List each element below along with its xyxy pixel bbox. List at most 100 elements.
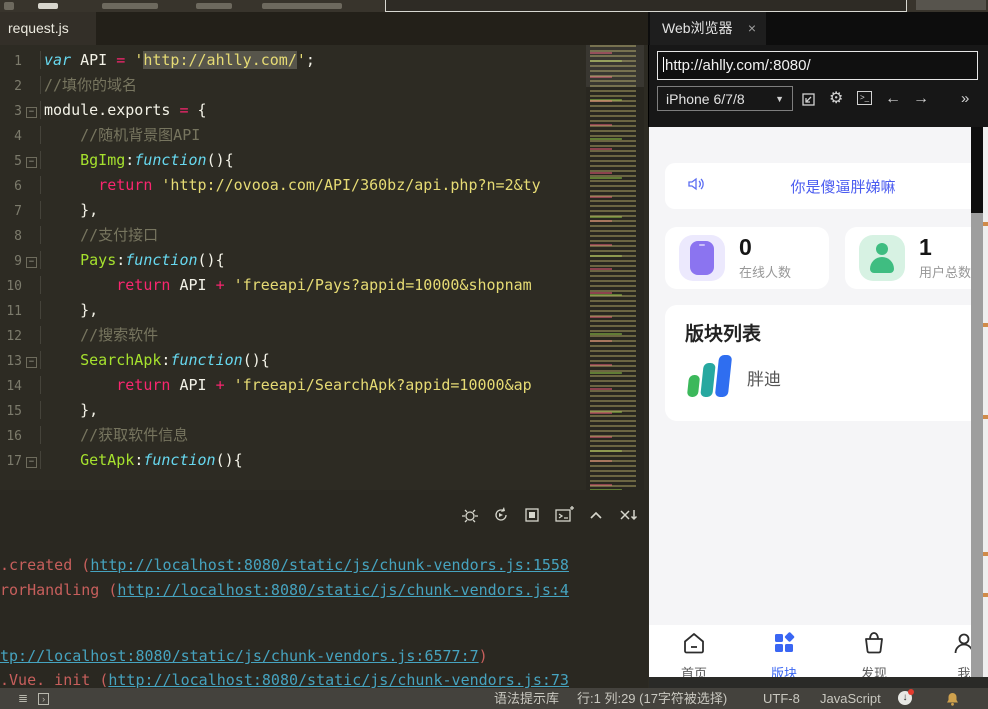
fold-marker[interactable]: −: [26, 457, 37, 468]
mobile-tabbar: 首页 版块 发现 我: [649, 625, 988, 677]
code-line[interactable]: 6 return 'http://ovooa.com/API/360bz/api…: [0, 173, 648, 198]
console-link[interactable]: http://localhost:8080/static/js/chunk-ve…: [108, 671, 569, 688]
modified-indicator: *: [1, 20, 5, 30]
scrollbar-thumb[interactable]: [971, 127, 983, 213]
collapse-icon[interactable]: [587, 506, 605, 524]
fold-spacer: [26, 303, 37, 314]
board-item[interactable]: 胖迪: [685, 353, 781, 401]
update-icon[interactable]: ↓: [898, 691, 912, 705]
code-lines[interactable]: 1var API = 'http://ahlly.com/';2//填你的域名3…: [0, 45, 648, 473]
code-line[interactable]: 3−module.exports = {: [0, 98, 648, 123]
fold-spacer: [26, 228, 37, 239]
code-line[interactable]: 2//填你的域名: [0, 73, 648, 98]
code-line[interactable]: 7 },: [0, 198, 648, 223]
fold-marker[interactable]: −: [26, 107, 37, 118]
tab-web-browser[interactable]: Web浏览器 ×: [650, 12, 766, 45]
console-error-text: .Vue._init (: [0, 671, 108, 688]
console-line: tp://localhost:8080/static/js/chunk-vend…: [0, 647, 488, 665]
code-line[interactable]: 13− SearchApk:function(){: [0, 348, 648, 373]
stop-icon[interactable]: [523, 506, 541, 524]
notification-bell-icon[interactable]: [946, 691, 959, 709]
code-line[interactable]: 15 },: [0, 398, 648, 423]
top-toolbar-strip: [0, 0, 988, 12]
window-edge-sliver: [983, 127, 988, 677]
tab-discover[interactable]: 发现: [829, 625, 919, 677]
toolbar-text-fragment: [262, 3, 342, 9]
speaker-icon: [687, 176, 705, 197]
outline-icon[interactable]: ≣: [18, 691, 38, 705]
panel-bottom-strip: [649, 677, 988, 688]
console-error-text: .created (: [0, 556, 90, 574]
status-encoding[interactable]: UTF-8: [763, 688, 800, 709]
more-tools-icon[interactable]: »: [961, 86, 969, 111]
code-line[interactable]: 12 //搜索软件: [0, 323, 648, 348]
device-selector[interactable]: iPhone 6/7/8 ▼: [657, 86, 793, 111]
clear-console-icon[interactable]: [618, 506, 638, 524]
close-icon[interactable]: ×: [748, 12, 756, 45]
browser-tabstrip: Web浏览器 ×: [648, 12, 988, 45]
fold-marker[interactable]: −: [26, 157, 37, 168]
minimap-viewport[interactable]: [586, 45, 644, 87]
fold-marker[interactable]: −: [26, 357, 37, 368]
toolbar-icon[interactable]: [4, 2, 14, 10]
chevron-down-icon: ▼: [775, 87, 784, 112]
fold-marker[interactable]: −: [26, 257, 37, 268]
console-icon[interactable]: >_: [857, 91, 872, 105]
gear-icon[interactable]: ⚙: [829, 86, 843, 111]
preview-scrollbar[interactable]: [971, 127, 983, 677]
minimap[interactable]: [586, 45, 644, 490]
code-line[interactable]: 16 //获取软件信息: [0, 423, 648, 448]
code-line[interactable]: 8 //支付接口: [0, 223, 648, 248]
board-list-card: 版块列表 胖迪: [665, 305, 981, 421]
fold-spacer: [26, 428, 37, 439]
tab-request-js[interactable]: * request.js: [0, 12, 96, 45]
code-line[interactable]: 14 return API + 'freeapi/SearchApk?appid…: [0, 373, 648, 398]
url-text: http://ahlly.com/:8080/: [665, 57, 811, 74]
console-link[interactable]: http://localhost:8080/static/js/chunk-ve…: [90, 556, 569, 574]
terminal-new-icon[interactable]: [554, 506, 574, 524]
console-panel: .created (http://localhost:8080/static/j…: [0, 490, 648, 688]
stat-value: 1: [919, 235, 971, 259]
code-line[interactable]: 5− BgImg:function(){: [0, 148, 648, 173]
fold-spacer: [26, 403, 37, 414]
tab-boards[interactable]: 版块: [739, 625, 829, 677]
code-line[interactable]: 11 },: [0, 298, 648, 323]
toolbar-search-input[interactable]: [385, 0, 907, 12]
notice-card[interactable]: 你是傻逼胖娣嘛: [665, 163, 981, 209]
notice-text: 你是傻逼胖娣嘛: [705, 176, 981, 197]
code-line[interactable]: 17− GetApk:function(){: [0, 448, 648, 473]
open-external-icon[interactable]: [801, 90, 816, 115]
forward-icon[interactable]: →: [913, 86, 929, 111]
toolbar-button[interactable]: [916, 0, 986, 10]
stat-card-online[interactable]: 0 在线人数: [665, 227, 829, 289]
restart-icon[interactable]: [492, 506, 510, 524]
tab-home[interactable]: 首页: [649, 625, 739, 677]
tab-label: Web浏览器: [662, 20, 733, 36]
debug-icon[interactable]: [461, 506, 479, 524]
stat-label: 用户总数: [919, 262, 971, 281]
mobile-preview: 你是傻逼胖娣嘛 0 在线人数 1 用户总数 版块列表 胖迪: [649, 127, 988, 677]
code-line[interactable]: 1var API = 'http://ahlly.com/';: [0, 48, 648, 73]
code-editor[interactable]: 1var API = 'http://ahlly.com/';2//填你的域名3…: [0, 45, 648, 490]
console-line: .created (http://localhost:8080/static/j…: [0, 556, 569, 574]
toolbar-text-fragment: [196, 3, 232, 9]
console-line: .Vue._init (http://localhost:8080/static…: [0, 671, 569, 688]
status-language[interactable]: JavaScript: [820, 688, 881, 709]
code-line[interactable]: 4 //随机背景图API: [0, 123, 648, 148]
code-line[interactable]: 10 return API + 'freeapi/Pays?appid=1000…: [0, 273, 648, 298]
back-icon[interactable]: ←: [885, 86, 901, 111]
console-link[interactable]: tp://localhost:8080/static/js/chunk-vend…: [0, 647, 479, 665]
stat-card-users[interactable]: 1 用户总数: [845, 227, 988, 289]
home-icon: [681, 643, 707, 660]
status-cursor-position[interactable]: 行:1 列:29 (17字符被选择): [577, 688, 727, 709]
status-hint[interactable]: 语法提示库: [494, 688, 559, 709]
console-error-text: ): [479, 647, 488, 665]
code-line[interactable]: 9− Pays:function(){: [0, 248, 648, 273]
tab-label: 版块: [739, 663, 829, 677]
url-input[interactable]: http://ahlly.com/:8080/: [657, 51, 978, 80]
terminal-panel-icon[interactable]: ›: [38, 693, 49, 705]
menu-icon[interactable]: [38, 3, 58, 9]
status-bar: ≣› 语法提示库 行:1 列:29 (17字符被选择) UTF-8 JavaSc…: [0, 688, 988, 709]
fold-spacer: [26, 328, 37, 339]
console-link[interactable]: http://localhost:8080/static/js/chunk-ve…: [117, 581, 569, 599]
